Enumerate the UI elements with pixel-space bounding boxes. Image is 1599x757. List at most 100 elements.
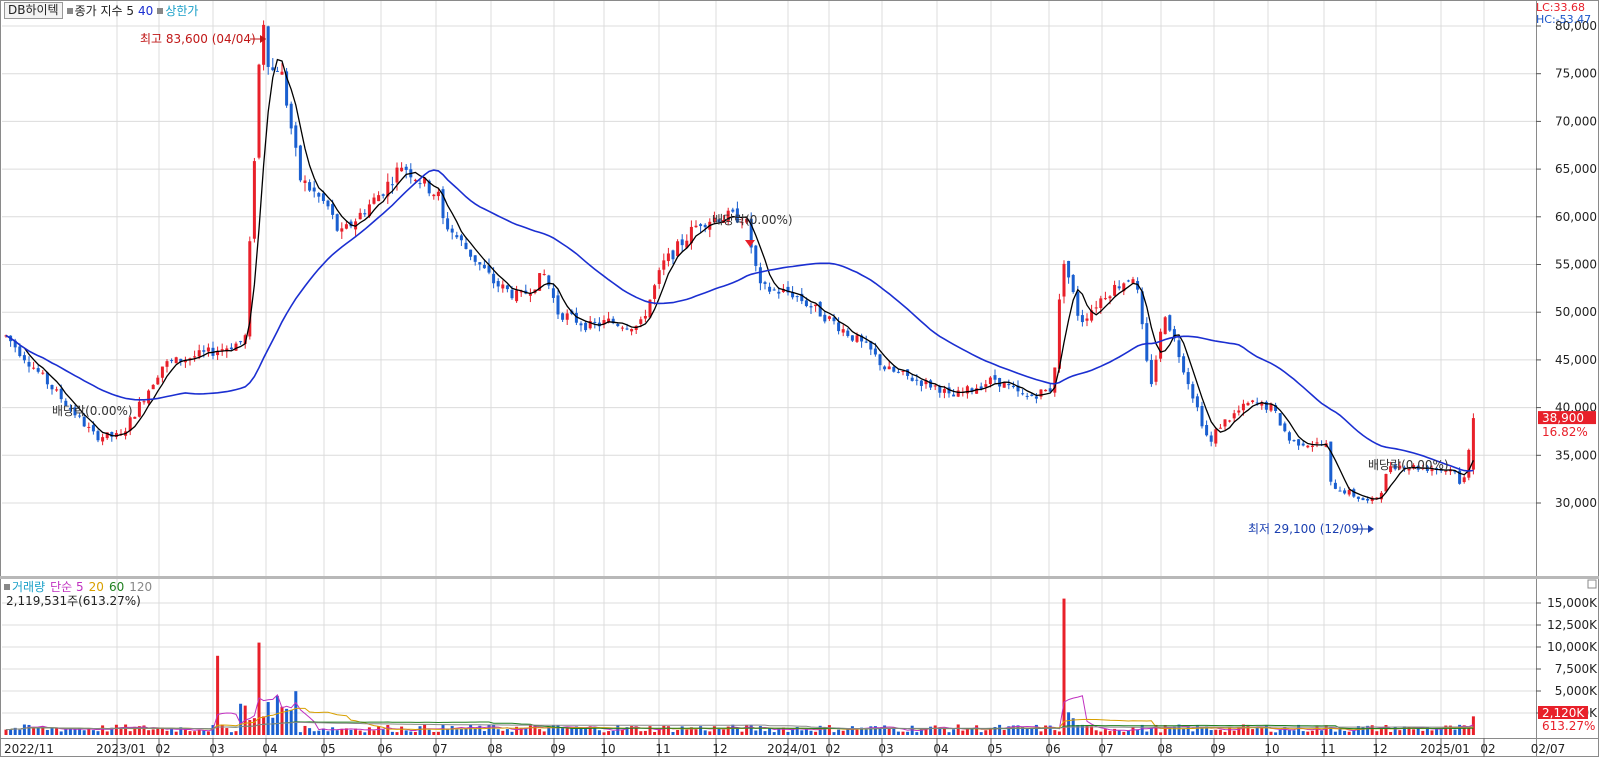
volume-bars xyxy=(4,598,1475,735)
volume-bar xyxy=(763,731,767,735)
candle-body xyxy=(335,214,339,231)
candle-body xyxy=(1126,280,1130,282)
stock-name-box[interactable]: DB하이텍 xyxy=(4,2,63,19)
volume-bar xyxy=(1343,730,1347,735)
volume-bar xyxy=(988,728,992,735)
candle-body xyxy=(630,329,634,332)
candle-body xyxy=(1062,263,1066,297)
candle-body xyxy=(101,437,105,442)
volume-bar xyxy=(685,729,689,735)
volume-scroll-up-icon[interactable] xyxy=(1587,579,1597,589)
volume-bar xyxy=(197,729,201,735)
candle-body xyxy=(855,335,859,342)
limit-up-legend[interactable]: 상한가 xyxy=(157,2,198,19)
price-tick-label: 45,000 xyxy=(1555,353,1597,367)
volume-bar xyxy=(1177,724,1181,735)
volume-bar xyxy=(1103,729,1107,735)
candle-body xyxy=(478,262,482,265)
volume-bar xyxy=(413,731,417,735)
price-panel-header: DB하이텍 종가 지수 5 40 상한가 xyxy=(4,2,198,19)
candle-body xyxy=(561,313,565,320)
volume-bar xyxy=(377,726,381,735)
volume-bar xyxy=(772,732,776,735)
volume-bar xyxy=(565,728,569,735)
volume-bar xyxy=(703,730,707,735)
date-tick-label: 2022/11 xyxy=(4,742,54,756)
volume-bar xyxy=(487,724,491,735)
volume-bar xyxy=(607,731,611,735)
current-price-value: 38,900 xyxy=(1542,411,1584,425)
candle-body xyxy=(266,26,270,67)
volume-bar xyxy=(1421,730,1425,735)
candle-body xyxy=(1094,307,1098,309)
candle-body xyxy=(202,350,206,352)
price-candles xyxy=(4,20,1475,504)
candle-body xyxy=(731,209,735,212)
chart-frame xyxy=(0,0,1599,757)
candle-body xyxy=(919,380,923,386)
volume-bar xyxy=(933,725,937,735)
candle-body xyxy=(1002,382,1006,388)
volume-bar xyxy=(9,729,13,735)
volume-bar xyxy=(671,732,675,735)
candle-body xyxy=(699,224,703,227)
volume-bar xyxy=(832,732,836,735)
volume-bar xyxy=(32,728,36,735)
candle-body xyxy=(827,316,831,319)
candle-body xyxy=(952,394,956,397)
volume-bar xyxy=(1159,732,1163,735)
candle-body xyxy=(1301,443,1305,446)
volume-bar xyxy=(280,706,284,735)
close-index-legend[interactable]: 종가 지수 5 xyxy=(66,2,134,19)
volume-bar xyxy=(294,691,298,735)
candle-body xyxy=(772,289,776,291)
volume-bar xyxy=(1306,731,1310,735)
volume-bar xyxy=(1389,731,1393,735)
candle-body xyxy=(542,273,546,275)
candle-body xyxy=(993,375,997,380)
candle-body xyxy=(331,204,335,215)
volume-bar xyxy=(206,731,210,735)
volume-bar xyxy=(1333,731,1337,735)
volume-bar xyxy=(855,729,859,735)
candle-body xyxy=(1103,298,1107,300)
candle-body xyxy=(1071,274,1075,293)
chart-canvas[interactable]: 80,00075,00070,00065,00060,00055,00050,0… xyxy=(0,0,1599,757)
volume-tick-label: 12,500K xyxy=(1547,618,1598,632)
candle-body xyxy=(1347,489,1351,495)
date-tick-label: 2023/01 xyxy=(96,742,146,756)
volume-bar xyxy=(731,724,735,735)
candle-body xyxy=(271,67,275,71)
date-tick-label: 09 xyxy=(550,742,565,756)
candle-body xyxy=(404,166,408,170)
candle-body xyxy=(377,195,381,202)
volume-bar xyxy=(1398,730,1402,735)
candle-body xyxy=(510,289,514,299)
volume-bar xyxy=(501,730,505,735)
volume-bar xyxy=(55,728,59,735)
candle-body xyxy=(170,360,174,362)
date-tick-label: 07 xyxy=(432,742,447,756)
candle-body xyxy=(846,330,850,336)
candle-body xyxy=(294,125,298,148)
volume-bar xyxy=(298,732,302,735)
volume-bar xyxy=(50,727,54,735)
candle-body xyxy=(1076,291,1080,316)
candle-body xyxy=(694,225,698,228)
candle-body xyxy=(496,281,500,287)
volume-bar xyxy=(427,729,431,735)
panel-splitter[interactable] xyxy=(0,576,1599,579)
date-tick-label: 09 xyxy=(1210,742,1225,756)
volume-bar xyxy=(234,731,238,735)
volume-bar xyxy=(643,730,647,735)
candle-body xyxy=(206,347,210,352)
legend-square-icon xyxy=(66,8,73,14)
candle-body xyxy=(308,182,312,191)
dividend-marker-icon xyxy=(745,240,755,247)
candle-body xyxy=(584,322,588,331)
volume-axis: 15,000K12,500K10,000K7,500K5,000K2,500K2… xyxy=(1536,596,1598,733)
volume-bar xyxy=(837,729,841,735)
candle-body xyxy=(1145,323,1149,361)
date-tick-label: 2025/01 xyxy=(1420,742,1470,756)
ma-period-label[interactable]: 40 xyxy=(138,4,153,18)
